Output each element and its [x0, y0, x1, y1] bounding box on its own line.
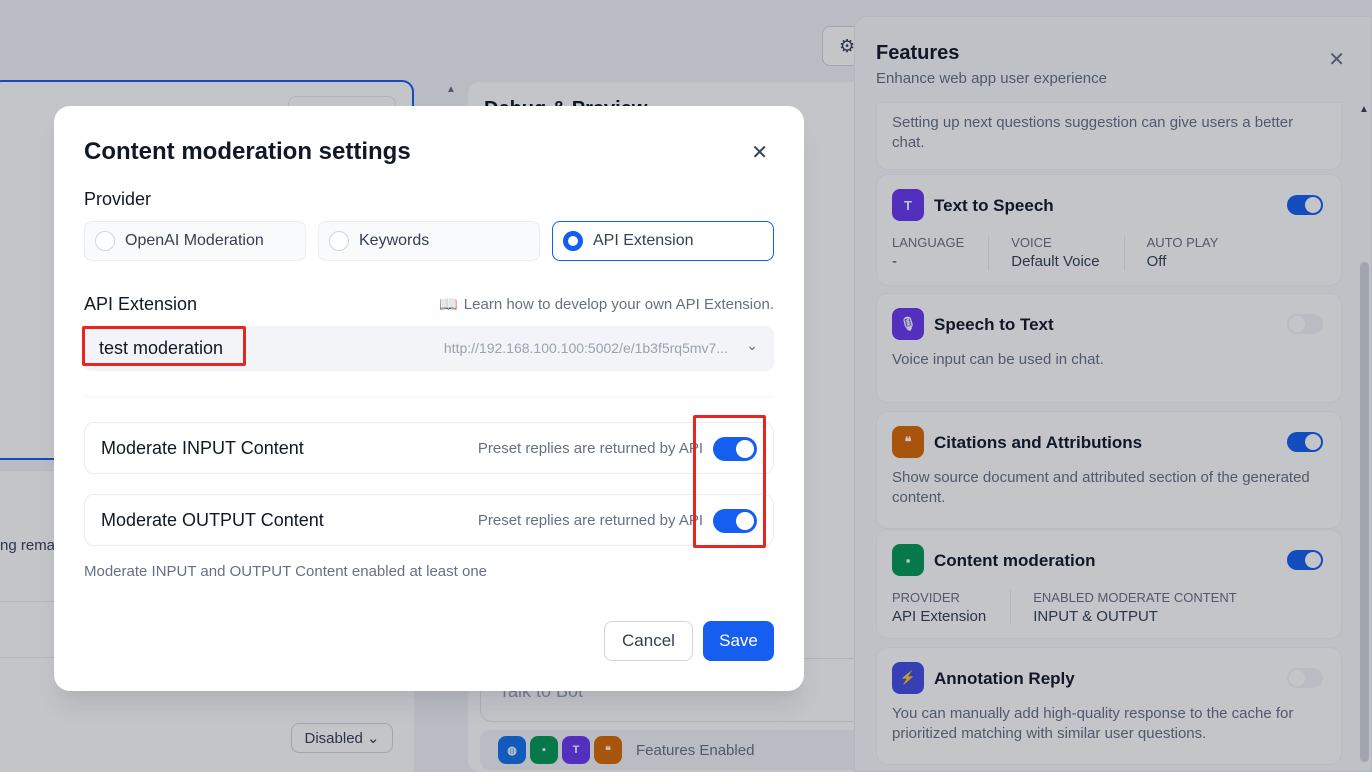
provider-option-label: Keywords [359, 232, 430, 249]
content-moderation-modal: Content moderation settings ✕ Provider O… [54, 106, 804, 691]
provider-option-api-extension[interactable]: API Extension [552, 221, 774, 261]
book-icon: 📖 [439, 296, 458, 313]
moderate-input-label: Moderate INPUT Content [101, 438, 304, 458]
highlight-box [82, 326, 246, 366]
radio-icon [95, 231, 115, 251]
learn-link-text: Learn how to develop your own API Extens… [463, 295, 774, 313]
save-button[interactable]: Save [703, 621, 774, 661]
moderate-output-hint: Preset replies are returned by API [477, 512, 703, 529]
moderate-output-row: Moderate OUTPUT Content Preset replies a… [84, 494, 774, 546]
api-extension-label: API Extension [84, 294, 198, 314]
moderation-note: Moderate INPUT and OUTPUT Content enable… [84, 563, 488, 580]
cancel-button[interactable]: Cancel [604, 621, 693, 661]
radio-icon [329, 231, 349, 251]
moderate-output-label: Moderate OUTPUT Content [101, 510, 324, 530]
api-extension-url: http://192.168.100.100:5002/e/1b3f5rq5mv… [443, 340, 728, 356]
provider-option-label: OpenAI Moderation [125, 232, 264, 249]
modal-title: Content moderation settings [84, 138, 411, 165]
divider [84, 396, 774, 397]
close-icon[interactable]: ✕ [751, 140, 768, 165]
provider-option-keywords[interactable]: Keywords [318, 221, 540, 261]
chevron-down-icon: ⌄ [746, 337, 758, 353]
highlight-box [693, 415, 766, 548]
radio-selected-icon [563, 231, 583, 251]
provider-options: OpenAI Moderation Keywords API Extension [84, 221, 774, 261]
learn-api-extension-link[interactable]: 📖 Learn how to develop your own API Exte… [439, 295, 774, 314]
moderate-input-hint: Preset replies are returned by API [477, 440, 703, 457]
moderate-input-row: Moderate INPUT Content Preset replies ar… [84, 422, 774, 474]
provider-option-label: API Extension [593, 232, 694, 249]
provider-label: Provider [84, 189, 152, 209]
provider-option-openai[interactable]: OpenAI Moderation [84, 221, 306, 261]
